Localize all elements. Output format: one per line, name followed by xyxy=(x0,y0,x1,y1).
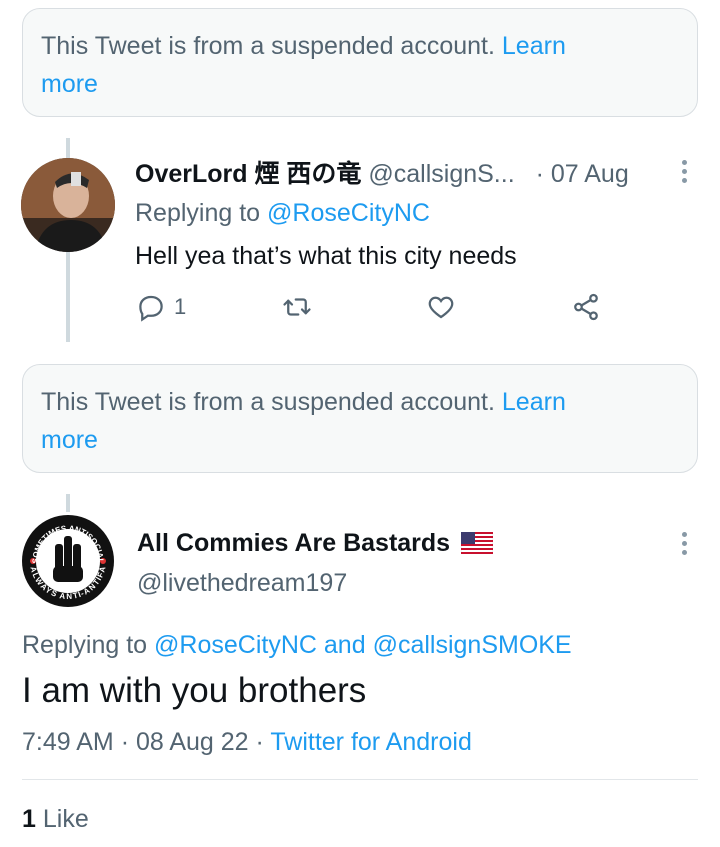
more-vertical-icon[interactable] xyxy=(681,532,687,555)
heart-icon xyxy=(428,296,454,319)
reply-icon xyxy=(139,295,163,322)
share-button[interactable] xyxy=(571,292,601,322)
avatar[interactable] xyxy=(21,158,115,252)
tweet-text: I am with you brothers xyxy=(22,671,367,710)
tweet-time[interactable]: 7:49 AM xyxy=(22,728,114,756)
avatar[interactable]: SOMETIMES ANTISOCIAL ALWAYS ANTI-ANTIFA xyxy=(21,514,115,608)
display-name[interactable]: All Commies Are Bastards xyxy=(137,529,450,557)
share-icon xyxy=(574,293,598,321)
thread-line xyxy=(66,252,70,342)
suspended-notice-text: This Tweet is from a suspended account. xyxy=(41,388,495,416)
thread-line xyxy=(66,138,70,158)
replying-to-link[interactable]: @RoseCityNC xyxy=(267,199,430,227)
replying-to-link[interactable]: @RoseCityNC xyxy=(154,631,317,659)
likes-count[interactable]: 1 Like xyxy=(22,803,89,835)
retweet-button[interactable] xyxy=(281,292,313,322)
handle[interactable]: @livethedream197 xyxy=(137,567,347,599)
retweet-icon xyxy=(283,298,311,316)
replying-to-link[interactable]: @callsignSMOKE xyxy=(373,631,572,659)
reply-count: 1 xyxy=(174,294,187,319)
like-label: Like xyxy=(42,805,89,833)
tweet-text: Hell yea that’s what this city needs xyxy=(135,242,517,270)
separator: · xyxy=(535,160,544,188)
suspended-notice-text: This Tweet is from a suspended account. xyxy=(41,32,495,60)
divider xyxy=(22,779,698,780)
more-vertical-icon[interactable] xyxy=(681,160,687,183)
tweet-source[interactable]: Twitter for Android xyxy=(270,728,471,756)
like-button[interactable] xyxy=(426,292,456,322)
suspended-notice: This Tweet is from a suspended account. … xyxy=(22,8,698,117)
suspended-notice: This Tweet is from a suspended account. … xyxy=(22,364,698,473)
thread-line xyxy=(66,494,70,512)
replying-to: Replying to @RoseCityNC and @callsignSMO… xyxy=(22,631,572,659)
replying-to: Replying to @RoseCityNC xyxy=(135,199,430,227)
tweet-meta: 7:49 AM · 08 Aug 22 · Twitter for Androi… xyxy=(22,728,472,756)
tweet-date[interactable]: 08 Aug 22 xyxy=(136,728,249,756)
like-count: 1 xyxy=(22,805,36,833)
tweet-header: OverLord 煙 西の竜 @callsignS... · 07 Aug xyxy=(135,158,629,190)
handle[interactable]: @callsignS... xyxy=(368,160,514,188)
reply-button[interactable]: 1 xyxy=(136,292,186,322)
tweet-header: All Commies Are Bastards xyxy=(137,527,494,562)
display-name[interactable]: OverLord 煙 西の竜 xyxy=(135,160,361,188)
tweet-date[interactable]: 07 Aug xyxy=(551,160,629,188)
us-flag-icon xyxy=(460,530,494,562)
